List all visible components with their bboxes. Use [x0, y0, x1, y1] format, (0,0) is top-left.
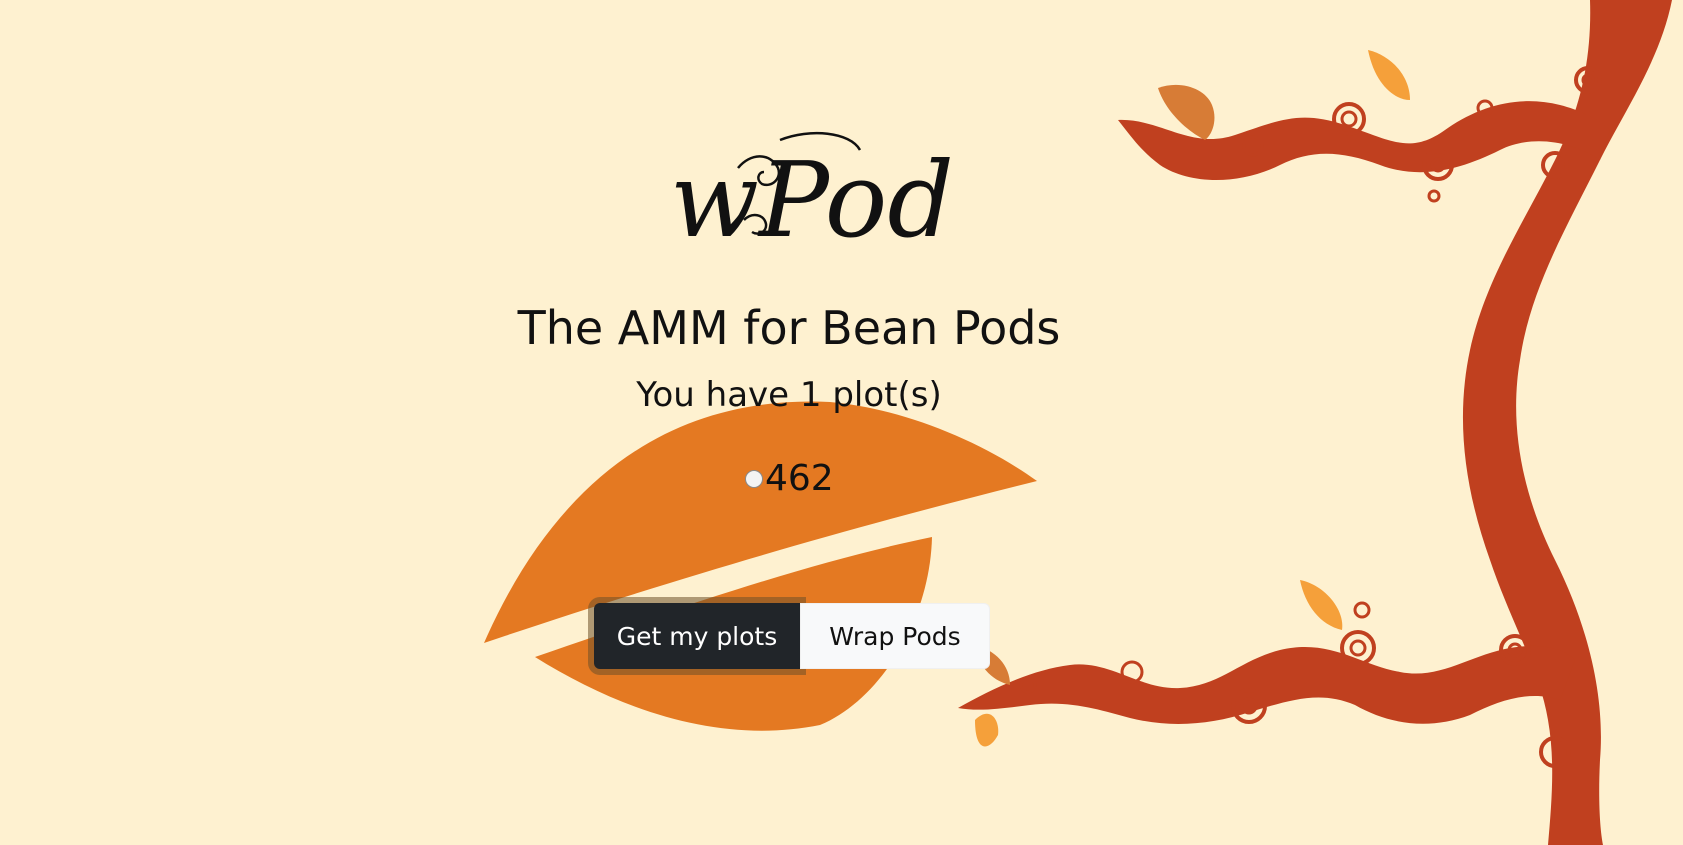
page: wPod The AMM for Bean Pods You have 1 pl…	[0, 0, 1683, 845]
action-button-group: Get my plots Wrap Pods	[594, 603, 990, 669]
wpod-logo: wPod	[670, 131, 950, 258]
get-my-plots-button[interactable]: Get my plots	[594, 603, 800, 669]
plot-radio-button[interactable]	[745, 470, 763, 488]
plot-count-text: You have 1 plot(s)	[636, 375, 942, 415]
plot-option[interactable]: 462	[745, 456, 834, 502]
wrap-pods-button[interactable]: Wrap Pods	[800, 603, 990, 669]
main-content: wPod The AMM for Bean Pods You have 1 pl…	[0, 0, 1578, 845]
logo-text: wPod	[670, 139, 950, 258]
plot-label: 462	[765, 458, 834, 499]
page-title: The AMM for Bean Pods	[517, 301, 1061, 355]
